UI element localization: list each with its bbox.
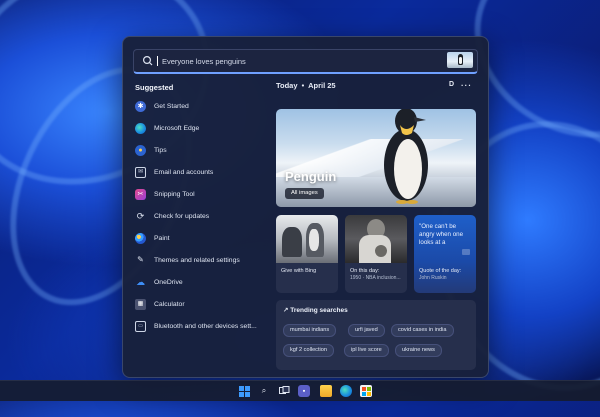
give-with-bing-caption: Give with Bing (281, 268, 317, 274)
tips-icon: ● (135, 144, 146, 156)
task-view-icon[interactable] (278, 385, 290, 397)
give-with-bing-card[interactable]: Give with Bing (276, 215, 338, 293)
text-caret (157, 56, 158, 66)
search-input[interactable]: Everyone loves penguins (162, 57, 246, 66)
suggested-item-onedrive[interactable]: ☁ OneDrive (135, 275, 183, 289)
suggested-title: Suggested (135, 83, 174, 92)
suggested-item-microsoft-edge[interactable]: Microsoft Edge (135, 121, 199, 135)
today-header: Today • April 25 D ··· (276, 81, 476, 95)
on-this-day-card[interactable]: On this day: 1950 · NBA inclusion... (345, 215, 407, 293)
quote-caption: Quote of the day: (419, 268, 462, 274)
on-this-day-caption: On this day: (350, 268, 380, 274)
suggested-item-email-accounts[interactable]: ✉ Email and accounts (135, 165, 213, 179)
windows-start-icon[interactable] (238, 385, 250, 397)
trending-chip[interactable]: urfi javed (348, 324, 385, 337)
search-panel: Everyone loves penguins Suggested ✱ Get … (122, 36, 489, 378)
today-section: Today • April 25 D ··· Penguin All image… (276, 81, 476, 371)
trending-chip[interactable]: ipl live score (344, 344, 389, 357)
suggested-item-paint[interactable]: Paint (135, 231, 170, 245)
suggested-item-calculator[interactable]: ▦ Calculator (135, 297, 185, 311)
today-label: Today (276, 81, 298, 90)
penguin-hero-card[interactable]: Penguin All images (276, 109, 476, 207)
file-explorer-icon[interactable] (320, 385, 332, 397)
themes-icon: ✎ (137, 255, 144, 264)
calculator-icon: ▦ (135, 298, 146, 310)
chat-teams-icon[interactable]: ▪ (298, 385, 310, 397)
bing-d-icon[interactable]: D (449, 81, 454, 88)
trending-chip[interactable]: kgf 2 collection (283, 344, 335, 357)
today-separator: • (301, 81, 305, 90)
penguin-thumbnail-icon[interactable] (447, 52, 473, 68)
email-icon: ✉ (135, 166, 146, 178)
give-with-bing-image (276, 215, 338, 263)
edge-taskbar-icon[interactable] (340, 385, 352, 397)
suggested-item-get-started[interactable]: ✱ Get Started (135, 99, 189, 113)
trending-chip[interactable]: ukraine news (395, 344, 442, 357)
paint-icon (135, 232, 146, 244)
on-this-day-image (345, 215, 407, 263)
trending-searches-card: ↗ Trending searches mumbai indians urfi … (276, 300, 476, 370)
quote-icon (462, 249, 470, 255)
search-taskbar-icon[interactable]: ⌕ (258, 385, 270, 397)
suggested-item-snipping-tool[interactable]: ✂ Snipping Tool (135, 187, 195, 201)
quote-of-the-day-card[interactable]: "One can't be angry when one looks at a … (414, 215, 476, 293)
today-date: April 25 (308, 81, 336, 90)
snipping-tool-icon: ✂ (135, 188, 146, 200)
trending-arrow-icon: ↗ (283, 307, 289, 314)
trending-chip[interactable]: covid cases in india (391, 324, 454, 337)
suggested-item-check-updates[interactable]: ⟳ Check for updates (135, 209, 209, 223)
get-started-icon: ✱ (135, 100, 146, 112)
penguin-image (384, 109, 428, 204)
on-this-day-detail: 1950 · NBA inclusion... (350, 275, 401, 281)
suggested-item-tips[interactable]: ● Tips (135, 143, 167, 157)
quote-text: "One can't be angry when one looks at a (419, 223, 464, 246)
trending-chip[interactable]: mumbai indians (283, 324, 337, 337)
trending-searches-title: Trending searches (290, 307, 348, 314)
all-images-button[interactable]: All images (285, 188, 324, 199)
suggested-item-bluetooth[interactable]: ▭ Bluetooth and other devices sett... (135, 319, 257, 333)
onedrive-icon: ☁ (136, 276, 145, 287)
bluetooth-icon: ▭ (135, 320, 146, 332)
quote-author: John Ruskin (419, 275, 447, 281)
suggested-item-themes[interactable]: ✎ Themes and related settings (135, 253, 240, 267)
hero-title: Penguin (285, 169, 337, 184)
edge-icon (135, 122, 146, 134)
more-options-button[interactable]: ··· (461, 81, 472, 90)
suggested-section: Suggested ✱ Get Started Microsoft Edge ●… (135, 83, 275, 332)
search-icon (142, 55, 153, 66)
trending-searches-header: ↗ Trending searches (283, 306, 348, 314)
update-icon: ⟳ (136, 210, 145, 221)
search-box[interactable]: Everyone loves penguins (133, 49, 478, 74)
store-icon[interactable] (360, 385, 372, 397)
taskbar: ⌕ ▪ (0, 380, 600, 401)
